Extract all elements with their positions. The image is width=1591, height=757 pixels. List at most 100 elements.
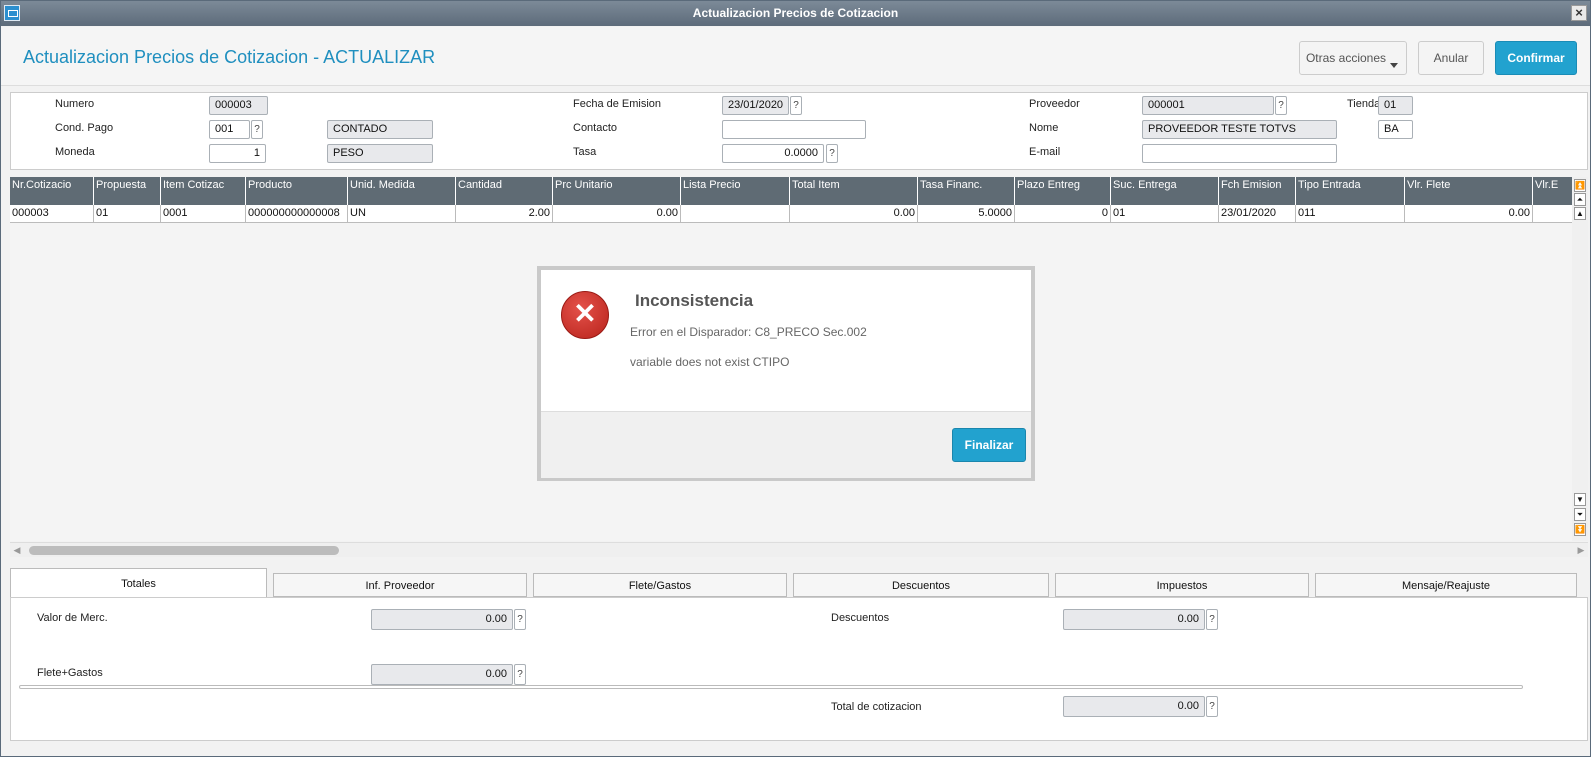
tasa-help-icon[interactable]: ? bbox=[826, 144, 838, 163]
other-actions-label: Otras acciones bbox=[1305, 51, 1387, 65]
tab-descuentos[interactable]: Descuentos bbox=[793, 573, 1049, 597]
valor-merc-label: Valor de Merc. bbox=[37, 612, 108, 624]
cell[interactable]: 000003 bbox=[10, 205, 94, 222]
confirm-button[interactable]: Confirmar bbox=[1495, 41, 1577, 75]
error-x-icon: ✕ bbox=[561, 291, 609, 339]
scroll-bottom-icon[interactable]: ⏬ bbox=[1574, 523, 1586, 536]
cell[interactable]: 2.00 bbox=[456, 205, 553, 222]
tab-inf-proveedor[interactable]: Inf. Proveedor bbox=[273, 573, 527, 597]
divider bbox=[19, 685, 1523, 689]
tab-impuestos[interactable]: Impuestos bbox=[1055, 573, 1309, 597]
col-header[interactable]: Propuesta bbox=[94, 177, 161, 205]
moneda-desc: PESO bbox=[327, 144, 433, 163]
window-titlebar: Actualizacion Precios de Cotizacion × bbox=[1, 1, 1590, 26]
proveedor-label: Proveedor bbox=[1029, 98, 1080, 110]
quote-header-form: Numero 000003 Cond. Pago 001 ? CONTADO M… bbox=[10, 92, 1588, 170]
cell[interactable]: 0.00 bbox=[790, 205, 918, 222]
email-label: E-mail bbox=[1029, 146, 1061, 158]
cell[interactable] bbox=[681, 205, 790, 222]
cell[interactable]: 23/01/2020 bbox=[1219, 205, 1296, 222]
total-cotizacion-help-icon[interactable]: ? bbox=[1206, 696, 1218, 717]
cond-pago-desc: CONTADO bbox=[327, 120, 433, 139]
cell[interactable]: 01 bbox=[1111, 205, 1219, 222]
cell[interactable]: 5.0000 bbox=[918, 205, 1015, 222]
col-header[interactable]: Fch Emision bbox=[1219, 177, 1296, 205]
nome-field: PROVEEDOR TESTE TOTVS bbox=[1142, 120, 1337, 139]
col-header[interactable]: Suc. Entrega bbox=[1111, 177, 1219, 205]
scroll-up-icon[interactable]: ▲ bbox=[1574, 207, 1586, 220]
col-header[interactable]: Plazo Entreg bbox=[1015, 177, 1111, 205]
numero-field[interactable]: 000003 bbox=[209, 96, 268, 115]
scroll-top-icon[interactable]: ⏫ bbox=[1574, 179, 1586, 192]
cond-pago-field[interactable]: 001 bbox=[209, 120, 250, 139]
col-header[interactable]: Prc Unitario bbox=[553, 177, 681, 205]
col-header[interactable]: Total Item bbox=[790, 177, 918, 205]
nome-label: Nome bbox=[1029, 122, 1059, 134]
scrollbar-thumb[interactable] bbox=[29, 546, 339, 555]
app-icon bbox=[4, 5, 20, 21]
col-header[interactable]: Cantidad bbox=[456, 177, 553, 205]
dialog-title: Inconsistencia bbox=[635, 291, 754, 310]
scroll-left-icon[interactable]: ◀ bbox=[12, 543, 22, 557]
col-header[interactable]: Tasa Financ. bbox=[918, 177, 1015, 205]
fecha-emision-field[interactable]: 23/01/2020 bbox=[722, 96, 789, 115]
scroll-down-icon[interactable]: ▼ bbox=[1574, 493, 1586, 506]
scroll-right-icon[interactable]: ▶ bbox=[1576, 543, 1586, 557]
tienda-field[interactable]: 01 bbox=[1378, 96, 1413, 115]
col-header[interactable]: Item Cotizac bbox=[161, 177, 246, 205]
vertical-scrollbar[interactable]: ⏫ ⏶ ▲ ▼ ⏷ ⏬ bbox=[1572, 177, 1588, 541]
email-field[interactable] bbox=[1142, 144, 1337, 163]
scroll-page-up-icon[interactable]: ⏶ bbox=[1574, 193, 1586, 206]
tasa-field[interactable]: 0.0000 bbox=[722, 144, 824, 163]
cancel-button[interactable]: Anular bbox=[1418, 41, 1484, 75]
moneda-field[interactable]: 1 bbox=[209, 144, 266, 163]
tab-mensaje-reajuste[interactable]: Mensaje/Reajuste bbox=[1315, 573, 1577, 597]
col-header[interactable]: Vlr.E bbox=[1533, 177, 1572, 205]
horizontal-scrollbar[interactable]: ◀ ▶ bbox=[10, 542, 1588, 557]
col-header[interactable]: Nr.Cotizacio bbox=[10, 177, 94, 205]
fecha-emision-help-icon[interactable]: ? bbox=[790, 96, 802, 115]
cell[interactable]: 01 bbox=[94, 205, 161, 222]
descuentos-field: 0.00 bbox=[1063, 609, 1205, 630]
numero-label: Numero bbox=[55, 98, 95, 110]
grid-header: Nr.Cotizacio Propuesta Item Cotizac Prod… bbox=[10, 177, 1572, 205]
cell[interactable]: 0.00 bbox=[1405, 205, 1533, 222]
valor-merc-help-icon[interactable]: ? bbox=[514, 609, 526, 630]
chevron-down-icon bbox=[1390, 63, 1398, 68]
tab-totales[interactable]: Totales bbox=[10, 568, 267, 598]
table-row[interactable]: 000003 01 0001 000000000000008 UN 2.00 0… bbox=[10, 205, 1572, 223]
cell[interactable]: 0001 bbox=[161, 205, 246, 222]
cond-pago-help-icon[interactable]: ? bbox=[251, 120, 263, 139]
cell[interactable]: 0.00 bbox=[553, 205, 681, 222]
valor-merc-field: 0.00 bbox=[371, 609, 513, 630]
total-cotizacion-field: 0.00 bbox=[1063, 696, 1205, 717]
app-window: Actualizacion Precios de Cotizacion × Ac… bbox=[0, 0, 1591, 757]
descuentos-label: Descuentos bbox=[831, 612, 890, 624]
tab-flete-gastos[interactable]: Flete/Gastos bbox=[533, 573, 787, 597]
flete-gastos-help-icon[interactable]: ? bbox=[514, 664, 526, 685]
cell[interactable]: 000000000000008 bbox=[246, 205, 348, 222]
tienda-label: Tienda bbox=[1347, 98, 1381, 110]
descuentos-help-icon[interactable]: ? bbox=[1206, 609, 1218, 630]
col-header[interactable]: Producto bbox=[246, 177, 348, 205]
col-header[interactable]: Vlr. Flete bbox=[1405, 177, 1533, 205]
totales-panel: Valor de Merc. 0.00 ? Descuentos 0.00 ? … bbox=[10, 597, 1588, 741]
col-header[interactable]: Unid. Medida bbox=[348, 177, 456, 205]
finalizar-button[interactable]: Finalizar bbox=[952, 428, 1026, 462]
col-header[interactable]: Tipo Entrada bbox=[1296, 177, 1405, 205]
col-header[interactable]: Lista Precio bbox=[681, 177, 790, 205]
cell[interactable]: 011 bbox=[1296, 205, 1405, 222]
proveedor-help-icon[interactable]: ? bbox=[1275, 96, 1287, 115]
other-actions-button[interactable]: Otras acciones bbox=[1299, 41, 1407, 75]
contacto-field[interactable] bbox=[722, 120, 866, 139]
proveedor-field[interactable]: 000001 bbox=[1142, 96, 1274, 115]
window-title: Actualizacion Precios de Cotizacion bbox=[692, 6, 899, 20]
cell[interactable]: 0 bbox=[1015, 205, 1111, 222]
scroll-page-down-icon[interactable]: ⏷ bbox=[1574, 508, 1586, 521]
cell[interactable]: UN bbox=[348, 205, 456, 222]
page-header: Actualizacion Precios de Cotizacion - AC… bbox=[1, 27, 1590, 86]
dialog-message: Error en el Disparador: C8_PRECO Sec.002 bbox=[630, 325, 867, 339]
total-cotizacion-label: Total de cotizacion bbox=[831, 701, 922, 713]
cell[interactable] bbox=[1533, 205, 1572, 222]
close-icon[interactable]: × bbox=[1571, 5, 1587, 21]
